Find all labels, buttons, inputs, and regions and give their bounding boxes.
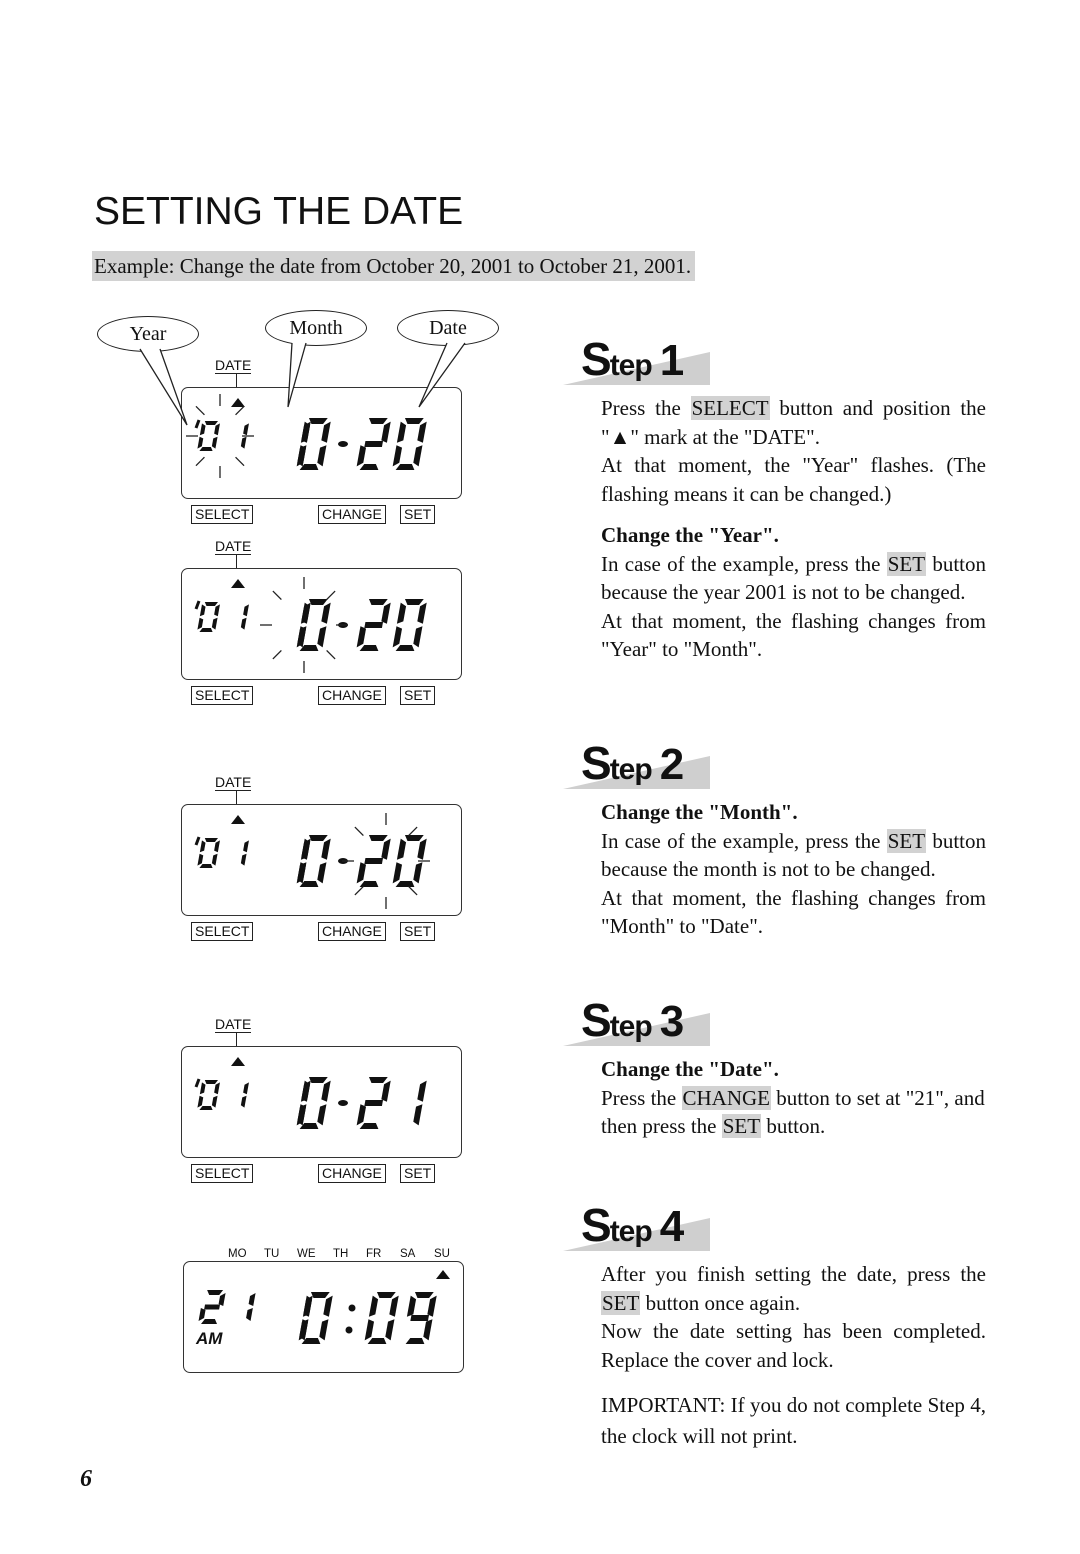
- callout-pointers: [139, 342, 466, 426]
